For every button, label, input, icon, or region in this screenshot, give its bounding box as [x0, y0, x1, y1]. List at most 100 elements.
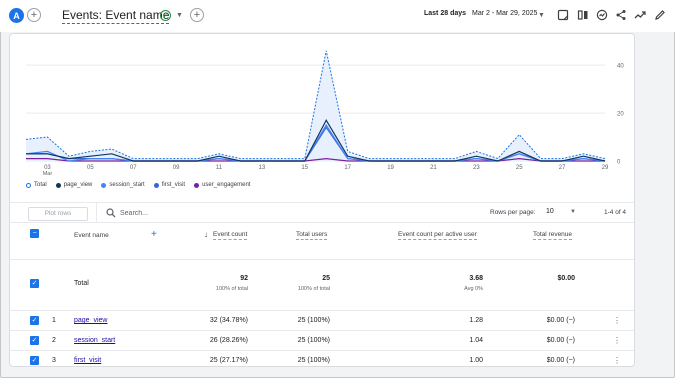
search-icon — [106, 208, 116, 220]
add-filter-button[interactable]: + — [190, 8, 204, 22]
avatar[interactable]: A — [9, 8, 24, 23]
table-controls: Plot rows Rows per page: 10 ▼ 1-4 of 4 — [10, 202, 634, 223]
header-event-count[interactable]: Event count — [213, 230, 248, 240]
x-sub-label: Mar — [43, 171, 53, 177]
x-tick-label: 23 — [473, 165, 480, 171]
trend-icon[interactable] — [634, 9, 646, 21]
table-row[interactable]: ✓ 1 page_view 32 (34.78%) 25 (100%) 1.28 $0.00… — [10, 311, 634, 331]
table-header-row: − Event name + ↓ Event count Total users… — [10, 223, 634, 259]
header-event-name[interactable]: Event name — [74, 232, 109, 239]
report-title[interactable]: Events: Event name — [62, 8, 170, 24]
total-users-sub: 100% of total — [297, 286, 330, 292]
x-tick-label: 15 — [301, 165, 308, 171]
legend-item[interactable]: first_visit — [153, 182, 186, 188]
x-tick-label: 13 — [259, 165, 266, 171]
x-tick-label: 27 — [559, 165, 566, 171]
table-row[interactable]: ✓ 3 first_visit 25 (27.17%) 25 (100%) 1.00 $0.… — [10, 351, 634, 366]
event-count-cell: 32 (34.78%) — [209, 317, 248, 324]
page-info: 1-4 of 4 — [604, 209, 627, 216]
legend-label: first_visit — [161, 182, 186, 188]
chevron-down-icon[interactable]: ▼ — [176, 12, 183, 19]
add-dimension-icon[interactable]: + — [151, 229, 157, 240]
legend-dot-icon — [153, 182, 159, 188]
divider — [96, 203, 97, 223]
divider — [10, 330, 634, 331]
divider — [10, 350, 634, 351]
x-tick-label: 19 — [387, 165, 394, 171]
sort-down-icon[interactable]: ↓ — [204, 230, 208, 239]
date-dropdown-icon[interactable]: ▼ — [538, 12, 545, 19]
total-per-active-user: 3.68 — [469, 275, 483, 282]
event-name-link[interactable]: session_start — [74, 337, 115, 344]
more-options-icon[interactable]: ⋮ — [613, 336, 621, 345]
row-index: 3 — [52, 357, 56, 364]
x-tick-label: 21 — [430, 165, 437, 171]
x-tick-label: 07 — [130, 165, 137, 171]
rows-per-page-label: Rows per page: — [490, 209, 536, 216]
date-range-picker[interactable]: Last 28 days Mar 2 - Mar 29, 2025 — [424, 10, 537, 17]
select-all-checkbox[interactable]: − — [30, 229, 39, 238]
legend-item[interactable]: session_start — [101, 182, 145, 188]
legend-dot-icon — [55, 182, 61, 188]
x-tick-label: 29 — [602, 165, 609, 171]
row-checkbox[interactable]: ✓ — [30, 316, 39, 325]
per-active-user-cell: 1.04 — [469, 337, 483, 344]
event-count-cell: 25 (27.17%) — [209, 357, 248, 364]
legend-dot-icon — [194, 182, 200, 188]
x-tick-label: 11 — [216, 165, 223, 171]
add-comparison-button[interactable]: + — [27, 8, 41, 22]
table-row[interactable]: ✓ 2 session_start 26 (28.26%) 25 (100%) 1.04 $… — [10, 331, 634, 351]
event-count-cell: 26 (28.26%) — [209, 337, 248, 344]
legend-item[interactable]: user_engagement — [194, 182, 250, 188]
check-circle-icon[interactable]: ✓ — [160, 10, 171, 21]
customize-report-icon[interactable] — [557, 9, 569, 21]
x-tick-label: 05 — [87, 165, 94, 171]
x-tick-label: 17 — [344, 165, 351, 171]
total-label: Total — [74, 280, 89, 287]
plot-rows-button[interactable]: Plot rows — [28, 207, 88, 221]
legend-dot-icon — [26, 182, 31, 188]
legend-label: Total — [34, 182, 47, 188]
row-checkbox[interactable]: ✓ — [30, 336, 39, 345]
total-per-active-user-sub: Avg 0% — [464, 286, 483, 292]
x-tick-label: 09 — [173, 165, 180, 171]
rows-per-page-select[interactable]: 10 ▼ — [546, 208, 576, 215]
event-name-link[interactable]: first_visit — [74, 357, 101, 364]
insights-icon[interactable] — [596, 9, 608, 21]
legend-item[interactable]: Total — [26, 182, 47, 188]
header-total-users[interactable]: Total users — [296, 230, 328, 240]
row-checkbox[interactable]: ✓ — [30, 356, 39, 365]
total-event-count: 92 — [240, 275, 248, 282]
total-users-value: 25 — [322, 275, 330, 282]
events-table: − Event name + ↓ Event count Total users… — [10, 222, 634, 365]
total-revenue-cell: $0.00 (−) — [546, 317, 575, 324]
event-name-link[interactable]: page_view — [74, 317, 107, 324]
report-card: 0 20 40 03 Mar 05 07 09 11 13 15 17 19 21 23 25 27 29 Tot… — [9, 33, 635, 367]
more-options-icon[interactable]: ⋮ — [613, 316, 621, 325]
legend-label: user_engagement — [202, 182, 251, 188]
chart-legend: Total page_view session_start first_visit us… — [26, 182, 250, 188]
total-event-count-sub: 100% of total — [215, 286, 248, 292]
y-tick-label: 0 — [617, 160, 621, 166]
share-icon[interactable] — [615, 9, 627, 21]
table-total-row: ✓ Total 92 100% of total 25 100% of tota… — [10, 260, 634, 310]
header-total-revenue[interactable]: Total revenue — [533, 230, 573, 240]
rows-per-page-value: 10 — [546, 208, 554, 215]
divider — [10, 310, 634, 311]
total-users-cell: 25 (100%) — [297, 337, 330, 344]
per-active-user-cell: 1.00 — [469, 357, 483, 364]
total-revenue-cell: $0.00 (−) — [546, 337, 575, 344]
total-checkbox[interactable]: ✓ — [30, 279, 39, 288]
legend-dot-icon — [101, 182, 107, 188]
compare-icon[interactable] — [577, 9, 589, 21]
header-events-per-active-user[interactable]: Event count per active user — [398, 230, 477, 240]
more-options-icon[interactable]: ⋮ — [613, 356, 621, 365]
total-revenue-cell: $0.00 (−) — [546, 357, 575, 364]
legend-label: page_view — [63, 182, 93, 188]
legend-item[interactable]: page_view — [55, 182, 93, 188]
row-index: 1 — [52, 317, 56, 324]
search-input[interactable] — [120, 208, 320, 219]
edit-icon[interactable] — [654, 9, 666, 21]
y-tick-label: 40 — [617, 64, 624, 70]
per-active-user-cell: 1.28 — [469, 317, 483, 324]
